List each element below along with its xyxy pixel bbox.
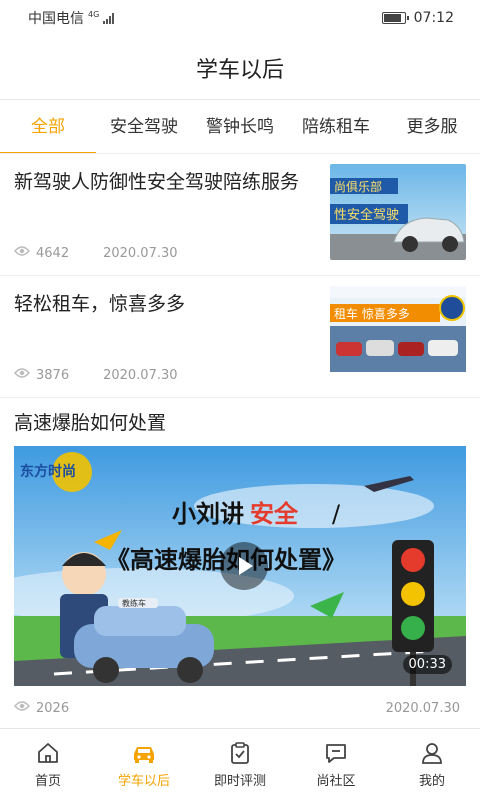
chat-icon — [326, 744, 346, 763]
publish-date: 2020.07.30 — [103, 367, 178, 383]
thumb-caption-1: 尚俱乐部 — [334, 179, 382, 194]
article-thumbnail: 尚俱乐部 性安全驾驶 — [330, 164, 466, 260]
view-count: 3876 — [36, 367, 70, 383]
car-sign-text: 教练车 — [122, 598, 146, 608]
article-thumbnail: 租车 惊喜多多 — [330, 286, 466, 382]
page-title: 学车以后 — [0, 36, 480, 100]
tabbar-community[interactable]: 尚社区 — [288, 729, 384, 800]
clock: 07:12 — [413, 10, 454, 26]
clipboard-check-icon — [231, 742, 249, 764]
carrier-label: 中国电信 — [28, 11, 84, 27]
video-player[interactable]: 东方时尚 小刘讲 安全 / 《高速爆胎如何处置》 教练车 00:33 — [14, 446, 466, 686]
tabbar-label: 首页 — [34, 774, 61, 789]
video-banner-highlight: 安全 — [250, 500, 299, 528]
tab-more[interactable]: 更多服 — [384, 100, 480, 153]
article-meta: 4642 2020.07.30 — [14, 245, 178, 261]
thumb-caption-1: 租车 惊喜多多 — [334, 306, 410, 321]
tabbar-label: 学车以后 — [117, 774, 170, 789]
signal-icon — [103, 12, 115, 24]
tabbar-evaluation[interactable]: 即时评测 — [192, 729, 288, 800]
svg-text:/: / — [332, 500, 341, 528]
tabbar-label: 我的 — [418, 774, 445, 789]
tabbar-label: 即时评测 — [213, 774, 266, 789]
user-icon — [422, 743, 442, 764]
tabbar-mine[interactable]: 我的 — [384, 729, 480, 800]
status-bar: 中国电信 4G 07:12 — [0, 0, 480, 36]
view-count: 4642 — [36, 245, 70, 261]
tab-safe-driving[interactable]: 安全驾驶 — [96, 100, 192, 153]
eye-icon — [14, 700, 30, 716]
tabbar-home[interactable]: 首页 — [0, 729, 96, 800]
article-meta: 3876 2020.07.30 — [14, 367, 178, 383]
battery-icon — [381, 12, 409, 24]
tabbar-after-learning[interactable]: 学车以后 — [96, 729, 192, 800]
bottom-tab-bar: 首页 学车以后 即时评测 尚社区 我的 — [0, 728, 480, 800]
car-icon — [134, 747, 154, 763]
article-title: 新驾驶人防御性安全驾驶陪练服务 — [14, 171, 300, 193]
article-item[interactable]: 新驾驶人防御性安全驾驶陪练服务 尚俱乐部 性安全驾驶 4642 2020.07.… — [0, 154, 480, 276]
article-meta: 2026 — [14, 700, 103, 716]
tab-warning[interactable]: 警钟长鸣 — [192, 100, 288, 153]
article-title: 高速爆胎如何处置 — [14, 412, 167, 434]
play-button[interactable] — [220, 542, 268, 590]
home-icon — [38, 743, 58, 763]
eye-icon — [14, 367, 30, 383]
tabbar-label: 尚社区 — [316, 774, 356, 789]
tab-rental[interactable]: 陪练租车 — [288, 100, 384, 153]
video-banner-prefix: 小刘讲 — [172, 500, 244, 528]
thumb-caption-2: 性安全驾驶 — [334, 207, 399, 223]
view-count: 2026 — [36, 700, 70, 716]
publish-date: 2020.07.30 — [385, 701, 460, 716]
status-left: 中国电信 4G — [28, 8, 115, 28]
tab-all[interactable]: 全部 — [0, 100, 96, 153]
article-title: 轻松租车，惊喜多多 — [14, 293, 186, 315]
article-feed: 新驾驶人防御性安全驾驶陪练服务 尚俱乐部 性安全驾驶 4642 2020.07.… — [0, 154, 480, 726]
network-type: 4G — [88, 9, 100, 19]
video-logo-text: 东方时尚 — [20, 463, 76, 480]
status-right: 07:12 — [381, 10, 454, 26]
video-article-item[interactable]: 高速爆胎如何处置 东方时尚 小刘讲 安全 / 《高速爆胎如何处置》 教练车 00… — [0, 398, 480, 726]
video-duration: 00:33 — [402, 655, 452, 674]
eye-icon — [14, 245, 30, 261]
article-item[interactable]: 轻松租车，惊喜多多 租车 惊喜多多 3876 2020.07.30 — [0, 276, 480, 398]
category-tabs: 全部 安全驾驶 警钟长鸣 陪练租车 更多服 — [0, 100, 480, 154]
publish-date: 2020.07.30 — [103, 245, 178, 261]
